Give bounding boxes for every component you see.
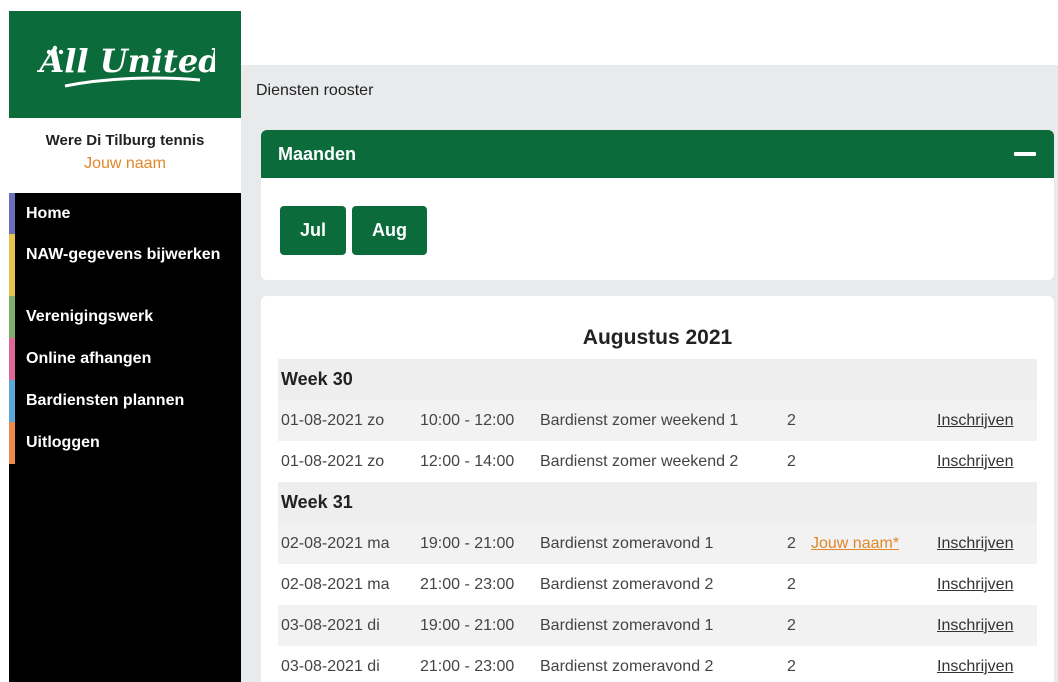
sidebar-item-label: Uitloggen [26,434,100,451]
sidebar-item-label: Home [26,205,71,222]
schedule-table: Week 30 01-08-2021 zo 10:00 - 12:00 Bardien… [278,359,1037,682]
sidebar-item-home[interactable]: Home [9,193,241,234]
minus-icon [1014,152,1036,156]
all-united-logo-icon: All United [36,42,215,87]
sidebar-item-verenigingswerk[interactable]: Verenigingswerk [9,296,241,338]
months-panel-title: Maanden [278,143,357,164]
club-info: Were Di Tilburg tennis Jouw naam [9,118,241,193]
breadcrumb: Diensten rooster [256,82,374,99]
sidebar-nav: Home NAW-gegevens bijwerken Verenigingswer… [9,193,241,464]
logo[interactable]: All United [9,11,241,118]
shift-count: 2 [787,534,796,552]
shift-name: Bardienst zomeravond 1 [540,616,714,634]
sign-up-link[interactable]: Inschrijven [937,412,1013,430]
shift-time: 12:00 - 14:00 [420,452,515,470]
sidebar-item-uitloggen[interactable]: Uitloggen [9,422,241,464]
shift-count: 2 [787,657,796,675]
sidebar-item-online-afhangen[interactable]: Online afhangen [9,338,241,380]
shift-count: 2 [787,616,796,634]
sign-up-link[interactable]: Inschrijven [937,535,1013,553]
month-button-jul[interactable]: Jul [280,206,347,255]
shift-time: 10:00 - 12:00 [420,411,515,429]
shift-name: Bardienst zomeravond 2 [540,575,714,593]
collapse-button[interactable] [1013,142,1037,166]
sidebar-item-color-bar [9,338,15,380]
logo-text: All United [36,42,215,80]
sidebar: All United Were Di Tilburg tennis Jouw n… [9,11,241,682]
shift-count: 2 [787,411,796,429]
week-header: Week 31 [278,482,1037,523]
table-row: 02-08-2021 ma 21:00 - 23:00 Bardienst zome… [278,564,1037,605]
shift-name: Bardienst zomer weekend 2 [540,452,739,470]
shift-date: 03-08-2021 di [281,616,380,634]
sidebar-item-color-bar [9,193,15,234]
sign-up-link[interactable]: Inschrijven [937,453,1013,471]
sidebar-item-label: Verenigingswerk [26,308,154,325]
shift-date: 02-08-2021 ma [281,534,390,552]
main-content: Diensten rooster Maanden Jul Aug Augustus… [241,65,1058,682]
shift-time: 21:00 - 23:00 [420,575,515,593]
shift-time: 19:00 - 21:00 [420,616,515,634]
sidebar-item-label: NAW-gegevens bijwerken [26,246,221,263]
user-name-link[interactable]: Jouw naam [9,155,241,173]
shift-time: 19:00 - 21:00 [420,534,515,552]
sidebar-item-color-bar [9,234,15,296]
shift-date: 01-08-2021 zo [281,411,385,429]
table-row: 01-08-2021 zo 10:00 - 12:00 Bardienst zome… [278,400,1037,441]
shift-date: 01-08-2021 zo [281,452,385,470]
table-row: 01-08-2021 zo 12:00 - 14:00 Bardienst zome… [278,441,1037,482]
sidebar-item-label: Online afhangen [26,350,152,367]
sidebar-item-naw-gegevens-bijwerken[interactable]: NAW-gegevens bijwerken [9,234,241,296]
shift-name: Bardienst zomeravond 1 [540,534,714,552]
shift-name: Bardienst zomer weekend 1 [540,411,739,429]
sign-up-link[interactable]: Inschrijven [937,576,1013,594]
table-row: 03-08-2021 di 19:00 - 21:00 Bardienst zome… [278,605,1037,646]
club-name: Were Di Tilburg tennis [45,132,205,149]
sidebar-item-label: Bardiensten plannen [26,392,185,409]
shift-count: 2 [787,452,796,470]
schedule-panel: Augustus 2021 Week 30 01-08-2021 zo 10:00 … [261,296,1054,682]
sign-up-link[interactable]: Inschrijven [937,658,1013,676]
shift-date: 03-08-2021 di [281,657,380,675]
sidebar-item-color-bar [9,422,15,464]
sidebar-item-bardiensten-plannen[interactable]: Bardiensten plannen [9,380,241,422]
month-button-aug[interactable]: Aug [352,206,428,255]
sidebar-item-color-bar [9,296,15,338]
sign-up-link[interactable]: Inschrijven [937,617,1013,635]
shift-date: 02-08-2021 ma [281,575,390,593]
month-title: Augustus 2021 [582,326,733,349]
shift-name: Bardienst zomeravond 2 [540,657,714,675]
months-panel: Maanden Jul Aug [261,130,1054,280]
week-header: Week 30 [278,359,1037,400]
volunteer-link[interactable]: Jouw naam* [811,535,899,553]
months-panel-header[interactable]: Maanden [261,130,1054,178]
shift-count: 2 [787,575,796,593]
shift-time: 21:00 - 23:00 [420,657,515,675]
table-row: 02-08-2021 ma 19:00 - 21:00 Bardienst zome… [278,523,1037,564]
table-row: 03-08-2021 di 21:00 - 23:00 Bardienst zome… [278,646,1037,682]
sidebar-item-color-bar [9,380,15,422]
month-buttons: Jul Aug [261,178,1054,255]
